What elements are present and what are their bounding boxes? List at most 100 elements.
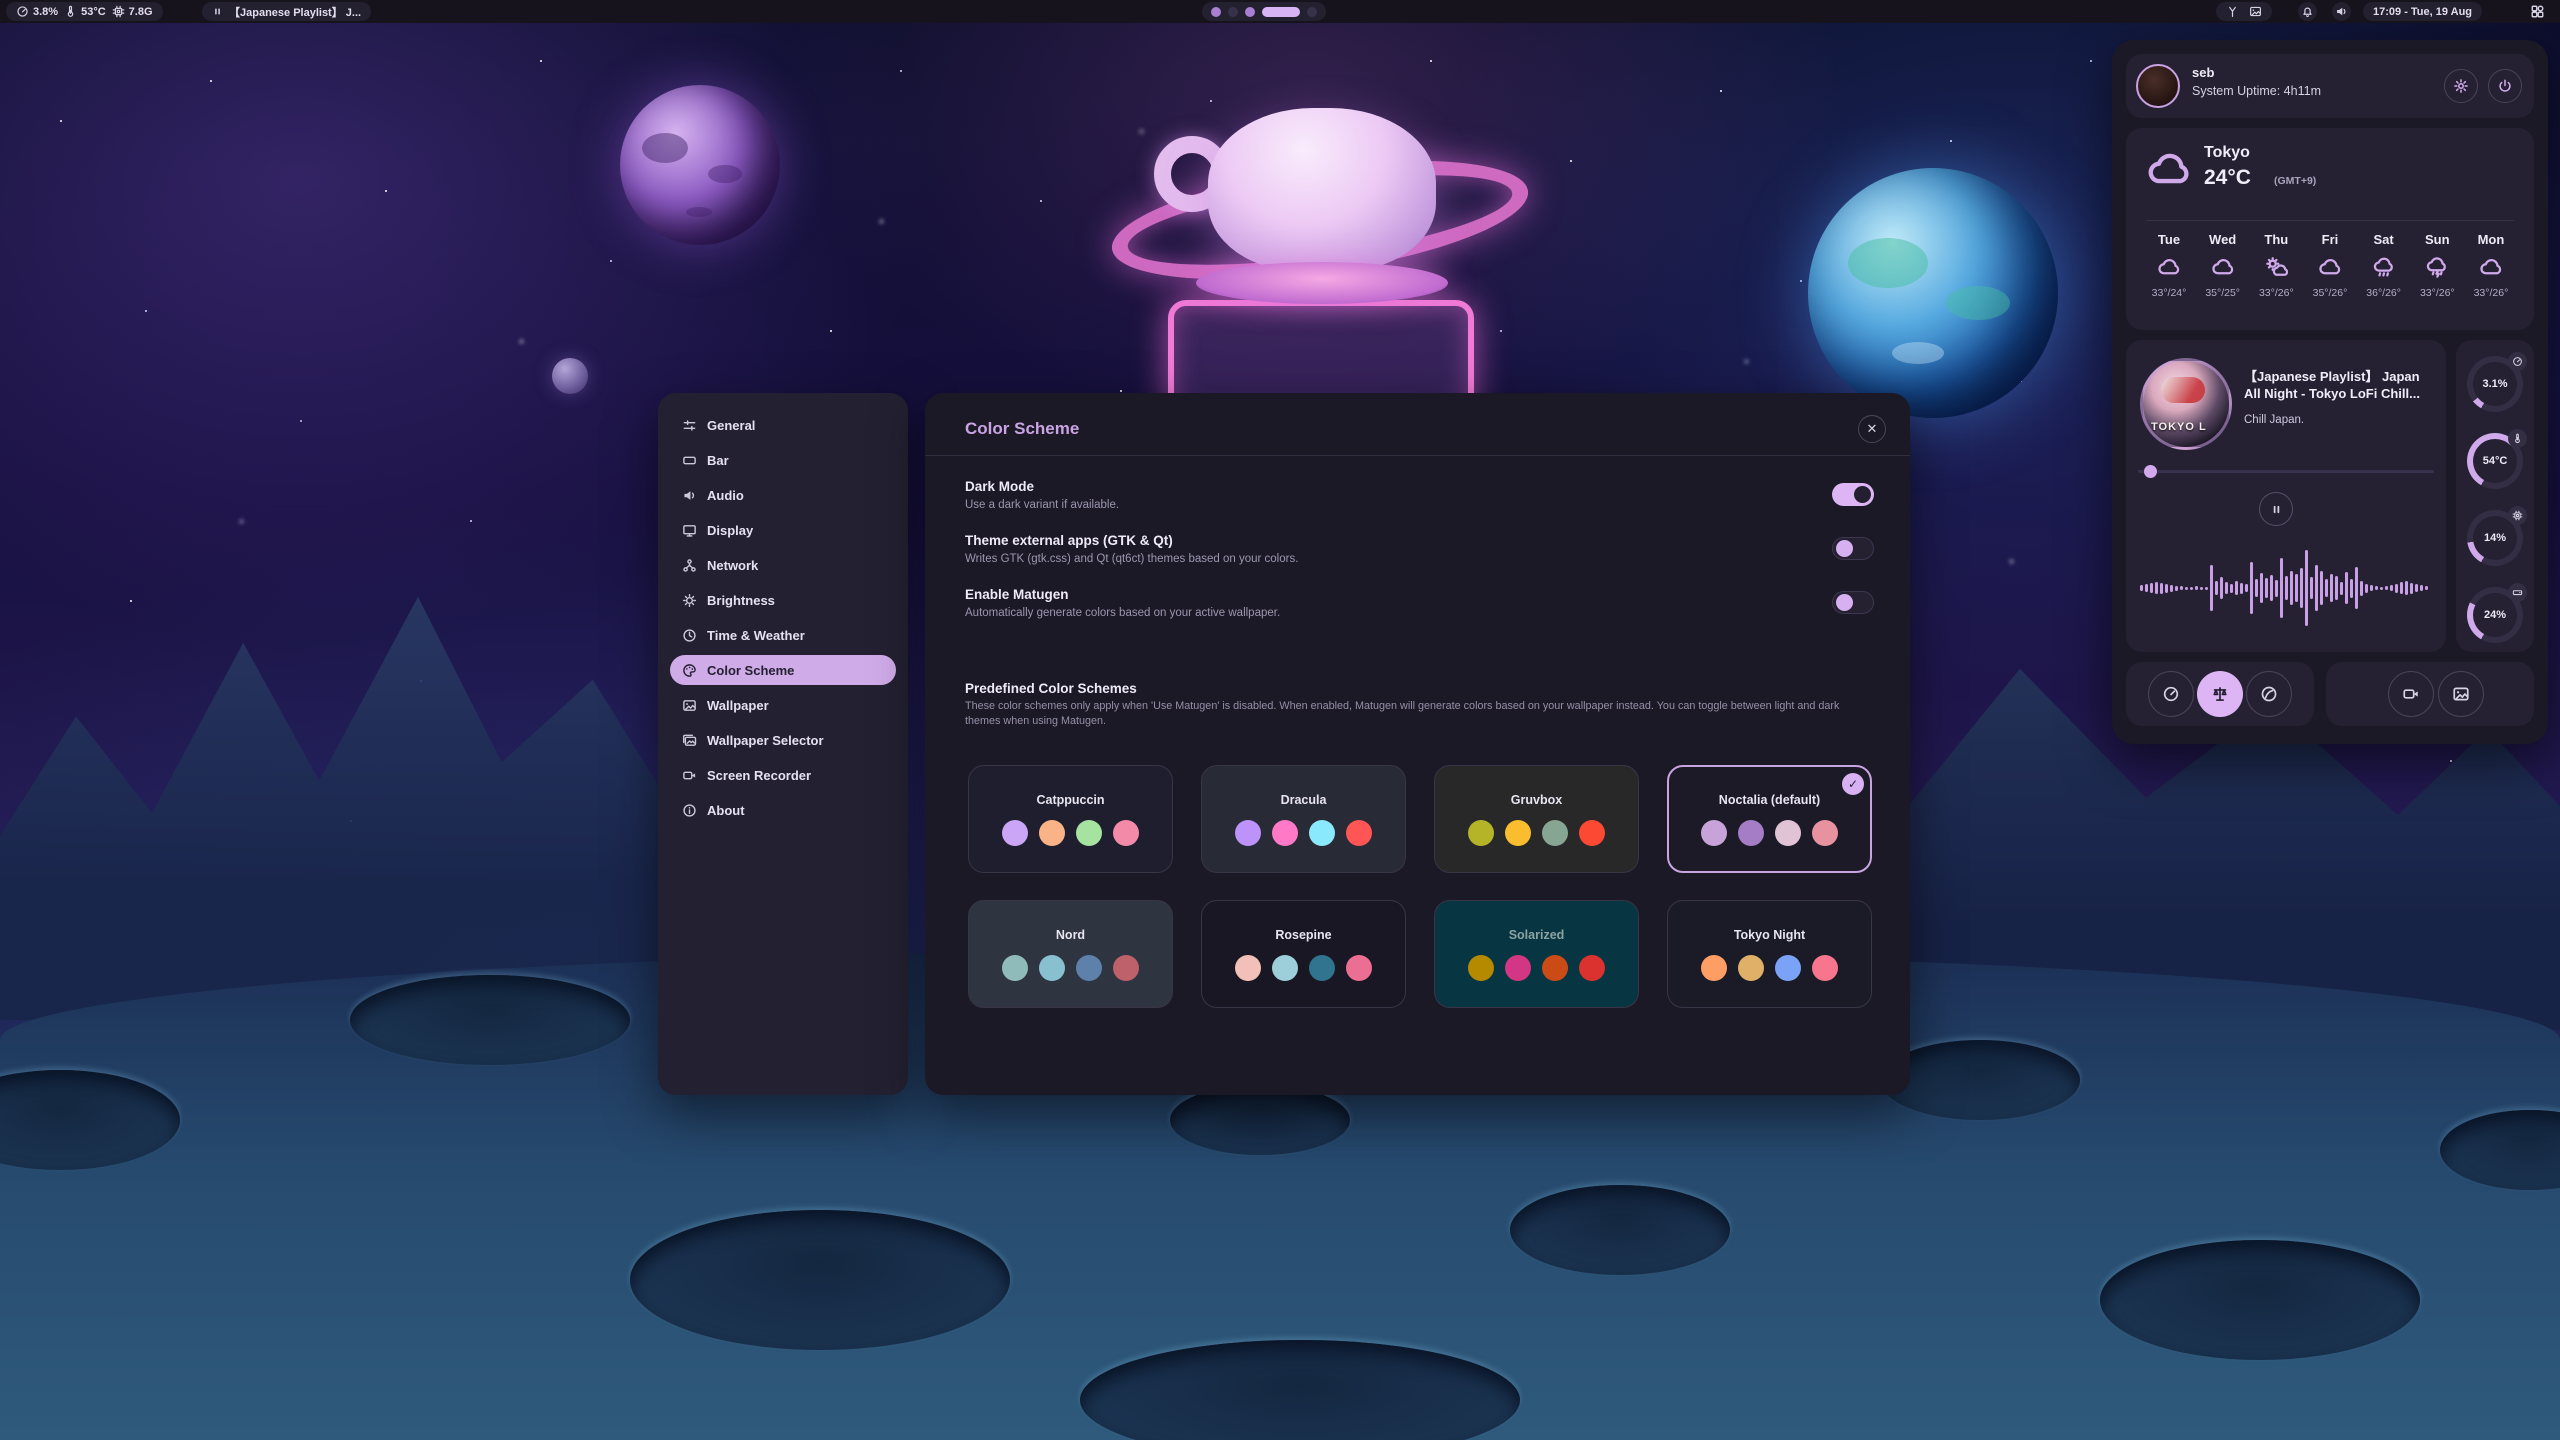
progress-knob[interactable]: [2144, 465, 2157, 478]
color-swatch: [1113, 955, 1139, 981]
color-swatch: [1309, 820, 1335, 846]
visualizer-bar: [2370, 585, 2373, 591]
forecast-day-sun: Sun 33°/26°: [2414, 232, 2460, 299]
visualizer-bar: [2240, 583, 2243, 594]
sidebar-item-wallpaper-selector[interactable]: Wallpaper Selector: [670, 725, 896, 755]
sidebar-item-label: Brightness: [707, 593, 775, 608]
settings-sidebar: General Bar Audio Display Network Bright…: [658, 393, 908, 1095]
weather-card: Tokyo 24°C (GMT+9) Tue 33°/24° Wed 35°/2…: [2126, 128, 2534, 330]
sidebar-item-general[interactable]: General: [670, 410, 896, 440]
rain-icon: [2372, 255, 2396, 279]
scheme-card-rosepine[interactable]: Rosepine: [1201, 900, 1406, 1008]
visualizer-bar: [2415, 584, 2418, 592]
user-card: seb System Uptime: 4h11m: [2126, 54, 2534, 118]
power-profile-performance[interactable]: [2148, 671, 2194, 717]
earth-planet: [1808, 168, 2058, 418]
scheme-card-solarized[interactable]: Solarized: [1434, 900, 1639, 1008]
tray-antenna-icon[interactable]: [2226, 5, 2239, 18]
visualizer-bar: [2275, 580, 2278, 597]
visualizer-bar: [2265, 578, 2268, 598]
info-icon: [682, 803, 697, 818]
sidebar-item-label: Bar: [707, 453, 729, 468]
workspace-dot-3[interactable]: [1245, 7, 1255, 17]
weather-timezone: (GMT+9): [2274, 175, 2316, 187]
color-swatch: [1076, 955, 1102, 981]
scheme-card-catppuccin[interactable]: Catppuccin: [968, 765, 1173, 873]
scheme-card-nord[interactable]: Nord: [968, 900, 1173, 1008]
purple-planet: [620, 85, 780, 245]
sidebar-item-label: Audio: [707, 488, 744, 503]
scheme-card-dracula[interactable]: Dracula: [1201, 765, 1406, 873]
workspace-dot-5[interactable]: [1307, 7, 1317, 17]
settings-button[interactable]: [2444, 69, 2478, 103]
quick-action-screen-recorder[interactable]: [2388, 671, 2434, 717]
forecast-day-tue: Tue 33°/24°: [2146, 232, 2192, 299]
quick-action-wallpaper[interactable]: [2438, 671, 2484, 717]
system-stats-module: 3.8% 53°C 7.8G: [6, 2, 163, 21]
visualizer-bar: [2285, 576, 2288, 600]
visualizer-bar: [2360, 581, 2363, 596]
visualizer-bar: [2345, 572, 2348, 604]
sidebar-item-wallpaper[interactable]: Wallpaper: [670, 690, 896, 720]
sidebar-item-brightness[interactable]: Brightness: [670, 585, 896, 615]
scheme-card-gruvbox[interactable]: Gruvbox: [1434, 765, 1639, 873]
visualizer-bar: [2140, 585, 2143, 591]
crater: [2100, 1240, 2420, 1360]
sidebar-item-label: Time & Weather: [707, 628, 805, 643]
clock-module[interactable]: 17:09 - Tue, 19 Aug: [2363, 2, 2482, 21]
workspace-dot-1[interactable]: [1211, 7, 1221, 17]
sidebar-item-color-scheme[interactable]: Color Scheme: [670, 655, 896, 685]
cpu-usage-stat: 3.8%: [16, 5, 58, 18]
setting-row: Dark Mode Use a dark variant if availabl…: [965, 479, 1874, 511]
play-pause-button[interactable]: [2259, 492, 2293, 526]
media-module[interactable]: 【Japanese Playlist】 J...: [202, 2, 371, 21]
scheme-card-noctalia-default-[interactable]: Noctalia (default) ✓: [1667, 765, 1872, 873]
system-tray: [2216, 2, 2272, 21]
color-swatch: [1542, 955, 1568, 981]
sun-cloud-icon: [2264, 255, 2288, 279]
sidebar-item-bar[interactable]: Bar: [670, 445, 896, 475]
visualizer-bar: [2365, 584, 2368, 593]
sidebar-item-network[interactable]: Network: [670, 550, 896, 580]
toggle-theme-external-apps-gtk-qt-[interactable]: [1832, 537, 1874, 560]
color-swatch: [1701, 955, 1727, 981]
cloud-icon: [2146, 146, 2192, 192]
tray-wallpaper-icon[interactable]: [2249, 5, 2262, 18]
color-swatch: [1235, 955, 1261, 981]
sidebar-item-screen-recorder[interactable]: Screen Recorder: [670, 760, 896, 790]
forecast-day-temps: 36°/26°: [2366, 287, 2401, 299]
toggle-dark-mode[interactable]: [1832, 483, 1874, 506]
header-divider: [925, 455, 1910, 456]
notifications-button[interactable]: [2298, 2, 2317, 21]
sidebar-item-audio[interactable]: Audio: [670, 480, 896, 510]
power-button[interactable]: [2488, 69, 2522, 103]
workspace-dot-2[interactable]: [1228, 7, 1238, 17]
memory-stat: 7.8G: [112, 5, 153, 18]
visualizer-bar: [2245, 584, 2248, 592]
sidebar-item-display[interactable]: Display: [670, 515, 896, 545]
visualizer-bar: [2330, 574, 2333, 602]
scheme-card-tokyo-night[interactable]: Tokyo Night: [1667, 900, 1872, 1008]
toggle-enable-matugen[interactable]: [1832, 591, 1874, 614]
bar-icon: [682, 453, 697, 468]
power-profile-power-saver[interactable]: [2246, 671, 2292, 717]
cloud-icon: [2157, 255, 2181, 279]
workspace-dot-4[interactable]: [1262, 7, 1300, 17]
sidebar-item-label: Network: [707, 558, 758, 573]
app-launcher-button[interactable]: [2528, 2, 2547, 21]
close-button[interactable]: ✕: [1858, 415, 1886, 443]
setting-label: Theme external apps (GTK & Qt): [965, 533, 1298, 548]
color-swatch: [1468, 820, 1494, 846]
volume-button[interactable]: [2332, 2, 2351, 21]
sidebar-item-about[interactable]: About: [670, 795, 896, 825]
palette-icon: [682, 663, 697, 678]
setting-label: Dark Mode: [965, 479, 1119, 494]
forecast-day-name: Sun: [2425, 232, 2450, 247]
power-profile-balanced[interactable]: [2197, 671, 2243, 717]
media-title: 【Japanese Playlist】 Japan All Night - To…: [2244, 368, 2436, 402]
setting-description: Use a dark variant if available.: [965, 499, 1119, 511]
sidebar-item-time-weather[interactable]: Time & Weather: [670, 620, 896, 650]
visualizer-bar: [2170, 585, 2173, 592]
media-progress-bar[interactable]: [2138, 470, 2434, 473]
forecast-day-thu: Thu 33°/26°: [2253, 232, 2299, 299]
